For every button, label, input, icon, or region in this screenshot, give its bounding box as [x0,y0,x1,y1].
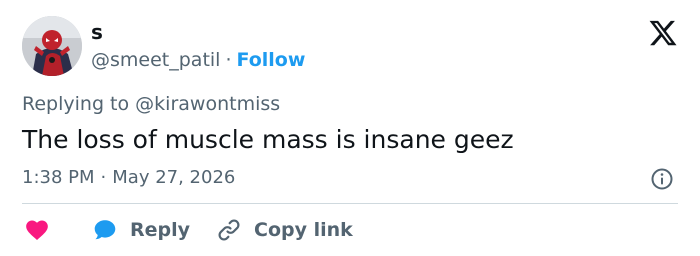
reply-mention-link[interactable]: @kirawontmiss [135,93,280,115]
info-icon[interactable] [650,167,674,191]
avatar-image [22,16,82,76]
follow-button[interactable]: Follow [237,49,306,71]
author-display-name[interactable]: s [91,20,103,44]
like-button[interactable] [24,214,50,246]
author-handle-row: @smeet_patil · Follow [91,48,305,72]
tweet-time: 1:38 PM [22,167,95,188]
author-handle[interactable]: @smeet_patil [91,49,220,71]
x-logo-icon[interactable] [648,18,678,48]
copy-link-label: Copy link [254,219,353,241]
link-icon [218,219,240,241]
reply-button[interactable]: Reply [92,214,190,246]
tweet-timestamp[interactable]: 1:38 PM · May 27, 2026 [22,166,235,190]
timestamp-separator: · [100,167,107,188]
tweet-text: The loss of muscle mass is insane geez [22,125,514,154]
action-bar: Reply Copy link [22,214,678,246]
reply-context-prefix: Replying to [22,93,130,115]
tweet-date: May 27, 2026 [112,167,236,188]
avatar[interactable] [22,16,82,76]
reply-context: Replying to @kirawontmiss [22,92,280,116]
copy-link-button[interactable]: Copy link [216,214,353,246]
divider [22,203,678,204]
speech-bubble-icon [94,220,116,240]
handle-separator: · [225,49,232,71]
reply-label: Reply [130,219,191,241]
heart-icon [26,220,48,240]
